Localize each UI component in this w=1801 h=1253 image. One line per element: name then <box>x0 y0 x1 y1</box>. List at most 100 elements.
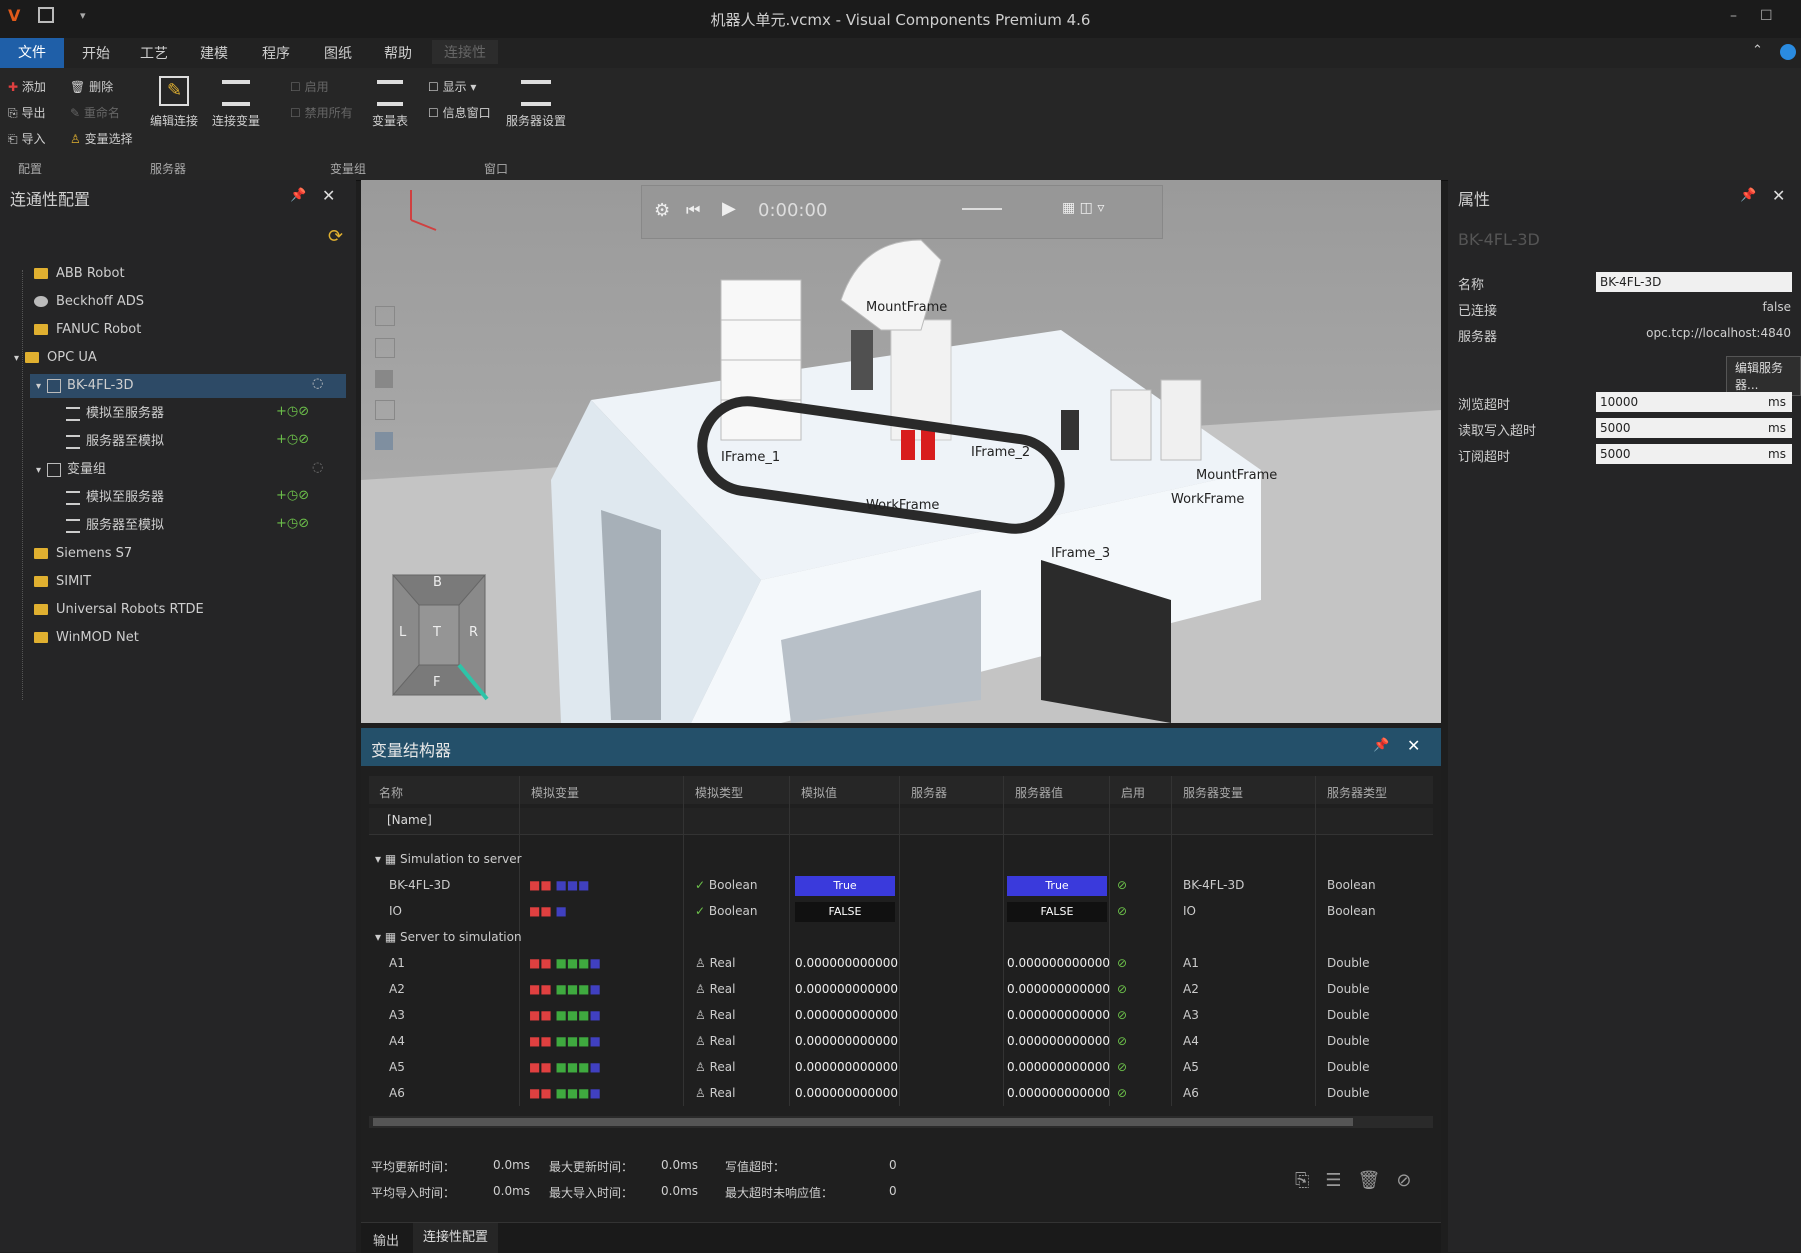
cell-server-value[interactable]: 0.000000000000 <box>1007 1034 1110 1048</box>
view-tool-icon[interactable] <box>375 400 395 420</box>
tree-item-opc-ua[interactable]: ▾ OPC UA <box>14 346 97 370</box>
tree-item-simit[interactable]: SIMIT <box>34 570 91 594</box>
subscription-timeout-input[interactable]: 5000 ms <box>1596 444 1792 464</box>
column-header[interactable]: 模拟变量 <box>531 784 579 801</box>
show-button[interactable]: ☐ 显示 ▾ <box>428 78 476 95</box>
info-window-button[interactable]: ☐ 信息窗口 <box>428 104 491 121</box>
refresh-icon[interactable]: ⟳ <box>328 226 343 247</box>
tree-item-universal-robots[interactable]: Universal Robots RTDE <box>34 598 204 622</box>
3d-viewport[interactable]: MountFrame IFrame_1 IFrame_2 WorkFrame W… <box>361 180 1441 723</box>
sim-variable-link-icon[interactable]: ■■ ■ <box>529 904 567 918</box>
menu-program[interactable]: 程序 <box>256 43 296 63</box>
cell-server-value[interactable]: 0.000000000000 <box>1007 956 1110 970</box>
menu-modeling[interactable]: 建模 <box>194 43 234 63</box>
delete-button[interactable]: 🗑 删除 <box>70 78 113 95</box>
enabled-icon[interactable]: ⊘ <box>1117 982 1127 996</box>
export-button[interactable]: ⎘ 导出 <box>8 104 45 121</box>
enabled-icon[interactable]: ⊘ <box>1117 1034 1127 1048</box>
horizontal-scrollbar[interactable] <box>369 1116 1433 1128</box>
cell-sim-value[interactable]: 0.000000000000 <box>795 1034 898 1048</box>
close-icon[interactable]: ✕ <box>1407 736 1420 755</box>
cell-server-value[interactable]: 0.000000000000 <box>1007 982 1110 996</box>
tree-item-siemens-s7[interactable]: Siemens S7 <box>34 542 132 566</box>
column-header[interactable]: 启用 <box>1121 784 1145 801</box>
tab-connectivity-config[interactable]: 连接性配置 <box>413 1223 499 1253</box>
cell-sim-value[interactable]: 0.000000000000 <box>795 956 898 970</box>
column-header[interactable]: 模拟值 <box>801 784 837 801</box>
name-filter-input[interactable]: [Name] <box>387 813 432 827</box>
sim-variable-link-icon[interactable]: ■■ ■■■■ <box>529 956 601 970</box>
column-header[interactable]: 名称 <box>379 784 403 801</box>
cell-sim-value[interactable]: 0.000000000000 <box>795 1060 898 1074</box>
view-tool-icon[interactable] <box>375 370 393 388</box>
nav-cube-top[interactable]: T <box>433 625 441 640</box>
tree-item-server-to-sim[interactable]: 服务器至模拟 <box>66 430 164 454</box>
menu-file[interactable]: 文件 <box>0 38 64 68</box>
sim-value-toggle[interactable]: True <box>795 876 895 896</box>
column-header[interactable]: 服务器值 <box>1015 784 1063 801</box>
cell-sim-value[interactable]: 0.000000000000 <box>795 1008 898 1022</box>
cell-server-value[interactable]: 0.000000000000 <box>1007 1060 1110 1074</box>
close-icon[interactable]: ✕ <box>322 186 335 205</box>
rename-button[interactable]: ✎ 重命名 <box>70 104 120 121</box>
enable-button[interactable]: ☐ 启用 <box>290 78 329 95</box>
tree-item-sim-to-server[interactable]: 模拟至服务器 <box>66 402 164 426</box>
variable-table-button[interactable]: 变量表 <box>366 76 414 129</box>
server-settings-button[interactable]: 服务器设置 <box>504 76 568 129</box>
name-input[interactable]: BK-4FL-3D <box>1596 272 1792 292</box>
tree-item-server-to-sim-2[interactable]: 服务器至模拟 <box>66 514 164 538</box>
tree-item-beckhoff-ads[interactable]: Beckhoff ADS <box>34 290 144 314</box>
cell-sim-value[interactable]: 0.000000000000 <box>795 1086 898 1100</box>
enabled-icon[interactable]: ⊘ <box>1117 1008 1127 1022</box>
sim-variable-link-icon[interactable]: ■■ ■■■■ <box>529 1034 601 1048</box>
nav-cube-left[interactable]: L <box>399 625 406 640</box>
view-tool-icon[interactable] <box>375 306 395 326</box>
collapse-ribbon-icon[interactable]: ⌃ <box>1752 43 1763 58</box>
settings-icon[interactable]: ⚙ <box>654 200 670 221</box>
cell-sim-value[interactable]: 0.000000000000 <box>795 982 898 996</box>
pin-icon[interactable]: 📌 <box>1373 738 1389 753</box>
variable-select-button[interactable]: ♙ 变量选择 <box>70 130 133 147</box>
minimize-button[interactable]: – <box>1730 8 1737 24</box>
group-row-server-to-sim[interactable]: ▾ ▦ Server to simulation <box>375 930 522 944</box>
column-header[interactable]: 模拟类型 <box>695 784 743 801</box>
tree-item-server-bk-4fl-3d[interactable]: ▾ BK-4FL-3D <box>36 374 134 398</box>
sim-value-toggle[interactable]: FALSE <box>795 902 895 922</box>
add-button[interactable]: ✚ 添加 <box>8 78 46 95</box>
tree-item-fanuc-robot[interactable]: FANUC Robot <box>34 318 141 342</box>
enabled-icon[interactable]: ⊘ <box>1117 904 1127 918</box>
column-header[interactable]: 服务器 <box>911 784 947 801</box>
group-row-sim-to-server[interactable]: ▾ ▦ Simulation to server <box>375 852 522 866</box>
server-value-toggle[interactable]: FALSE <box>1007 902 1107 922</box>
menu-help[interactable]: 帮助 <box>378 43 418 63</box>
navigation-cube[interactable]: B L T R F <box>383 565 495 705</box>
edit-connection-button[interactable]: ✎ 编辑连接 <box>150 76 198 129</box>
edit-server-button[interactable]: 编辑服务器... <box>1726 356 1801 396</box>
column-header[interactable]: 服务器变量 <box>1183 784 1243 801</box>
nav-cube-back[interactable]: B <box>433 575 442 590</box>
enabled-icon[interactable]: ⊘ <box>1117 1086 1127 1100</box>
browse-timeout-input[interactable]: 10000 ms <box>1596 392 1792 412</box>
view-options-icon[interactable]: ▦ ◫ ▿ <box>1062 200 1104 216</box>
pin-icon[interactable]: 📌 <box>290 188 306 203</box>
sim-variable-link-icon[interactable]: ■■ ■■■■ <box>529 982 601 996</box>
help-icon[interactable] <box>1780 44 1796 60</box>
scrollbar-thumb[interactable] <box>373 1118 1353 1126</box>
tree-item-variable-group[interactable]: ▾ 变量组 <box>36 458 106 482</box>
maximize-button[interactable]: ☐ <box>1760 8 1773 24</box>
speed-slider[interactable] <box>962 208 1002 210</box>
menu-drawing[interactable]: 图纸 <box>318 43 358 63</box>
close-icon[interactable]: ✕ <box>1772 186 1785 205</box>
nav-cube-front[interactable]: F <box>433 675 440 690</box>
nav-cube-right[interactable]: R <box>469 625 478 640</box>
tree-item-abb-robot[interactable]: ABB Robot <box>34 262 125 286</box>
view-tool-icon[interactable] <box>375 432 393 450</box>
enabled-icon[interactable]: ⊘ <box>1117 878 1127 892</box>
sim-variable-link-icon[interactable]: ■■ ■■■ <box>529 878 590 892</box>
import-button[interactable]: ⎗ 导入 <box>8 130 45 147</box>
read-write-timeout-input[interactable]: 5000 ms <box>1596 418 1792 438</box>
cell-server-value[interactable]: 0.000000000000 <box>1007 1008 1110 1022</box>
connect-variables-button[interactable]: 连接变量 <box>206 76 266 129</box>
tab-output[interactable]: 输出 <box>373 1230 399 1249</box>
view-tool-icon[interactable] <box>375 338 395 358</box>
